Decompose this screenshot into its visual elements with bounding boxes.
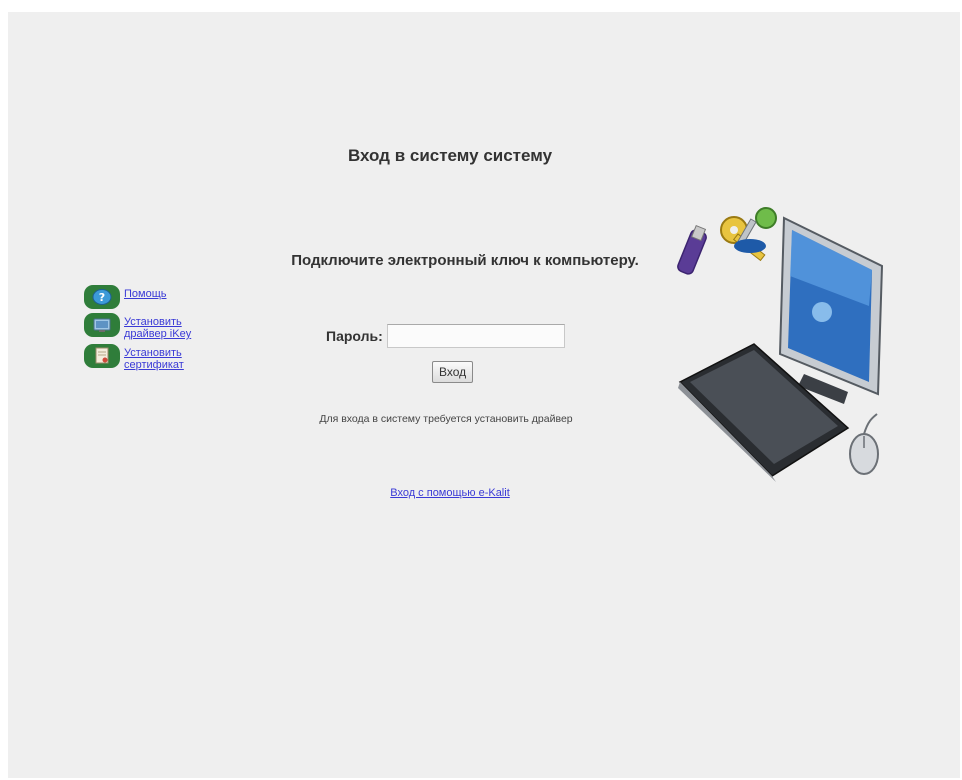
sidebar: ? Помощь Установить драйвер iKey Установ… bbox=[84, 285, 234, 375]
ekalit-login-link[interactable]: Вход с помощью e-Kalit bbox=[300, 487, 600, 499]
certificate-icon bbox=[84, 344, 120, 368]
sidebar-item-label[interactable]: Помощь bbox=[124, 285, 167, 300]
password-input[interactable] bbox=[386, 324, 565, 348]
sidebar-item-label[interactable]: Установить сертификат bbox=[124, 344, 219, 371]
svg-text:?: ? bbox=[99, 291, 105, 304]
computer-with-keys-illustration bbox=[672, 196, 888, 491]
mouse-icon bbox=[849, 413, 879, 475]
help-icon: ? bbox=[84, 285, 120, 309]
connect-key-instruction: Подключите электронный ключ к компьютеру… bbox=[291, 252, 639, 269]
keys-icon bbox=[720, 207, 777, 262]
login-page: Вход в систему систему Подключите электр… bbox=[0, 0, 962, 780]
sidebar-item-install-driver[interactable]: Установить драйвер iKey bbox=[84, 313, 234, 340]
sidebar-item-install-certificate[interactable]: Установить сертификат bbox=[84, 344, 234, 371]
driver-required-note: Для входа в систему требуется установить… bbox=[319, 413, 573, 425]
sidebar-item-label[interactable]: Установить драйвер iKey bbox=[124, 313, 219, 340]
sidebar-item-help[interactable]: ? Помощь bbox=[84, 285, 234, 309]
login-button[interactable]: Вход bbox=[432, 361, 474, 383]
monitor-icon bbox=[778, 216, 884, 404]
password-label: Пароль: bbox=[326, 328, 383, 344]
page-title: Вход в систему систему bbox=[347, 146, 553, 165]
driver-icon bbox=[84, 313, 120, 337]
usb-token-icon bbox=[677, 224, 707, 275]
password-row: Пароль: bbox=[326, 324, 565, 348]
